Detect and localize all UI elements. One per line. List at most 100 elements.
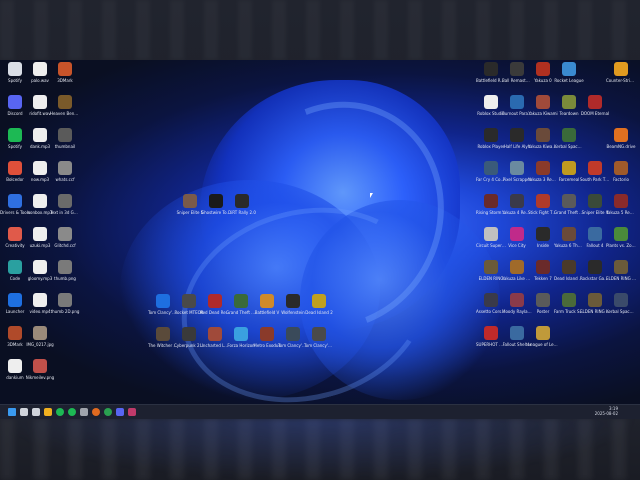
game-icon [562, 161, 576, 175]
desktop-icon[interactable]: whats.ccf [50, 161, 80, 197]
game-icon [484, 95, 498, 109]
desktop-icon[interactable]: BeamNG.drive [606, 128, 636, 164]
game-icon [536, 260, 550, 274]
desktop-icon-label: Counter-Strike 2 [606, 78, 636, 83]
game-icon [562, 260, 576, 274]
app-icon [8, 326, 22, 340]
folder-icon [8, 194, 22, 208]
game-icon [588, 293, 602, 307]
game-icon [484, 194, 498, 208]
firefox-icon[interactable] [92, 408, 100, 416]
image-file-icon [33, 359, 47, 373]
audio-file-icon [8, 359, 22, 373]
game-icon [536, 326, 550, 340]
app-icon[interactable] [128, 408, 136, 416]
file-icon [58, 161, 72, 175]
desktop-icon[interactable]: Yakuza 5 Remastered [606, 194, 636, 230]
desktop-icon[interactable]: Glitchd.ccf [50, 227, 80, 263]
folder-icon [8, 227, 22, 241]
game-icon [536, 194, 550, 208]
start-icon[interactable] [8, 408, 16, 416]
game-icon [536, 227, 550, 241]
spotify-icon [8, 128, 22, 142]
mouse-cursor [370, 193, 373, 198]
desktop-icon[interactable]: thumb 2D.png [50, 293, 80, 329]
discord-icon[interactable] [116, 408, 124, 416]
desktop-icon[interactable]: thumbnail [50, 128, 80, 164]
desktop-icon[interactable]: Kerbal Space Program 2 [606, 293, 636, 329]
desktop-icon-label: Kerbal Space Program 2 [606, 309, 636, 314]
app-icon [58, 62, 72, 76]
desktop-icon-label: 3DMark [57, 78, 73, 83]
steam-like-icon [8, 62, 22, 76]
task-view-icon[interactable] [32, 408, 40, 416]
game-icon [510, 227, 524, 241]
game-icon [510, 326, 524, 340]
game-icon [588, 161, 602, 175]
desktop-icon[interactable]: Plants vs. Zombies [606, 227, 636, 263]
game-icon [182, 327, 196, 341]
chrome-icon[interactable] [104, 408, 112, 416]
game-icon [484, 326, 498, 340]
game-icon [562, 293, 576, 307]
desktop-icon-label: BeamNG.drive [606, 144, 636, 149]
audio-file-icon [33, 260, 47, 274]
game-icon [510, 62, 524, 76]
blank-icon [588, 62, 602, 76]
desktop-icon[interactable]: Counter-Strike 2 [606, 62, 636, 98]
game-icon [536, 161, 550, 175]
audio-file-icon [33, 62, 47, 76]
game-icon [510, 95, 524, 109]
audio-file-icon [33, 95, 47, 109]
desktop-icon[interactable]: Nikmeilev.png [25, 359, 55, 395]
desktop-icon[interactable] [50, 326, 80, 362]
desktop-icon[interactable]: Tom Clancy's Ghost Recon [304, 327, 334, 363]
system-tray-clock[interactable]: 3:19 2025-08-02 [574, 406, 618, 416]
game-icon [182, 294, 196, 308]
game-icon [510, 194, 524, 208]
desktop-icon-label: thumb 2D.png [50, 309, 80, 314]
game-icon [312, 294, 326, 308]
file-icon [58, 227, 72, 241]
image-file-icon [58, 128, 72, 142]
desktop-icon[interactable]: Text in 3d Games.mov [50, 194, 80, 230]
game-icon [312, 327, 326, 341]
app-icon [8, 260, 22, 274]
spotify-icon[interactable] [56, 408, 64, 416]
desktop-icon-label: DiRT Rally 2.0 [228, 210, 256, 215]
uplay-icon [156, 294, 170, 308]
desktop-icon[interactable]: 3DMark [50, 62, 80, 98]
desktop-icon[interactable]: Heaven Benchmark [50, 95, 80, 131]
desktop-icon[interactable]: ELDEN RING Adventure [606, 260, 636, 296]
desktop-icon-label: League of Legends [528, 342, 558, 347]
desktop-icon-label: thumb.png [54, 276, 76, 281]
game-icon [562, 128, 576, 142]
game-icon [614, 293, 628, 307]
desktop-icon[interactable]: League of Legends [528, 326, 558, 362]
game-icon [183, 194, 197, 208]
desktop-icon[interactable]: Factorio [606, 161, 636, 197]
video-file-icon [33, 293, 47, 307]
desktop[interactable]: Spotify palo.wav 3DMark Discord ridofit.wav H… [0, 60, 640, 404]
game-icon [588, 95, 602, 109]
game-icon [260, 294, 274, 308]
game-icon [562, 194, 576, 208]
desktop-icon[interactable]: Dead Island 2 [304, 294, 334, 330]
search-icon[interactable] [20, 408, 28, 416]
game-icon [536, 293, 550, 307]
game-icon [588, 194, 602, 208]
game-icon [510, 293, 524, 307]
game-icon [614, 128, 628, 142]
desktop-icon[interactable] [606, 95, 636, 131]
settings-icon[interactable] [80, 408, 88, 416]
game-icon [536, 62, 550, 76]
file-explorer-icon[interactable] [44, 408, 52, 416]
game-icon [156, 327, 170, 341]
desktop-icon[interactable]: thumb.png [50, 260, 80, 296]
game-icon [484, 128, 498, 142]
game-icon [510, 260, 524, 274]
desktop-icon[interactable]: DiRT Rally 2.0 [227, 194, 257, 230]
spotify-icon[interactable] [68, 408, 76, 416]
blank-icon [588, 128, 602, 142]
blank-icon [614, 95, 628, 109]
